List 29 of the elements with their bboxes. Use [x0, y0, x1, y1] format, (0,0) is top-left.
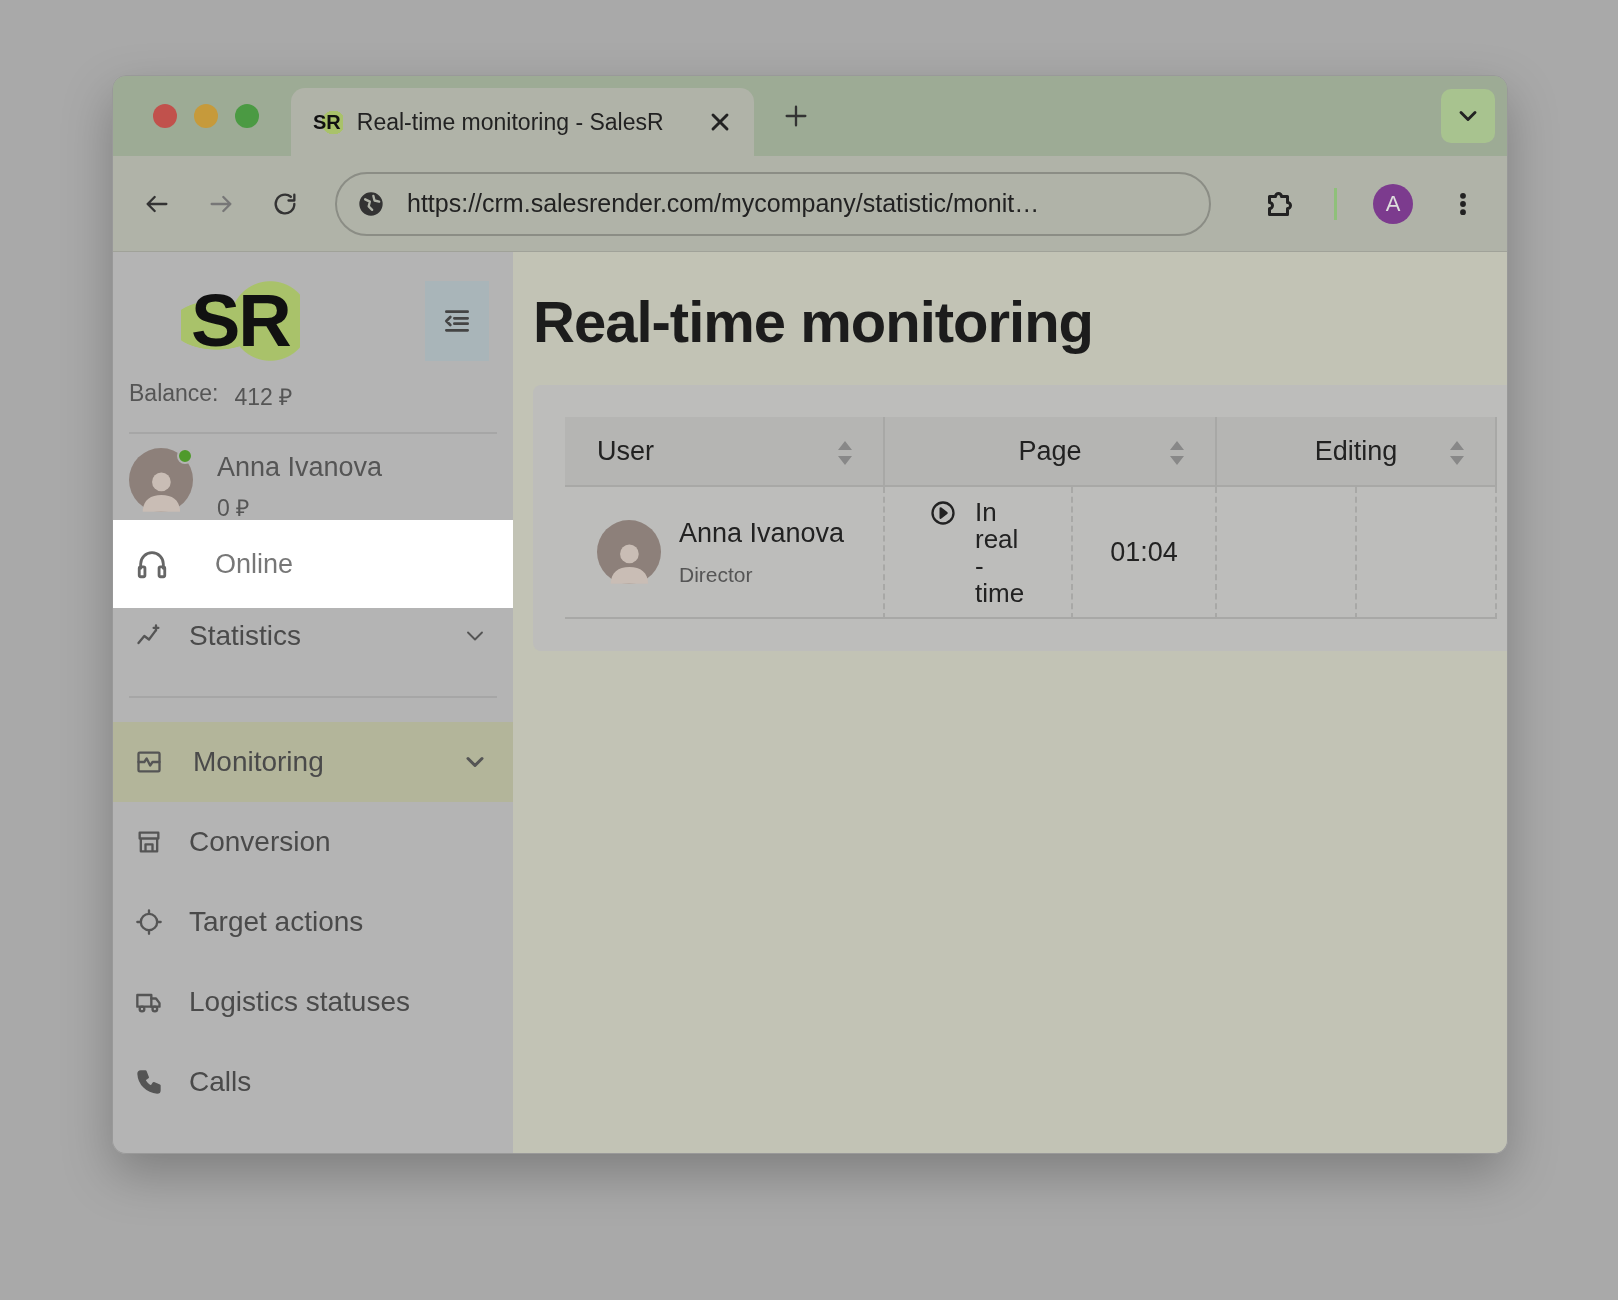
collapse-sidebar-button[interactable]: [425, 281, 489, 361]
address-bar[interactable]: https://crm.salesrender.com/mycompany/statistic/monit…: [335, 171, 1211, 236]
sidebar-nav-item[interactable]: Logistics statuses: [113, 962, 513, 1042]
online-status-item[interactable]: Online: [113, 520, 513, 608]
sidebar-nav-item[interactable]: Monitoring: [113, 722, 513, 802]
user-role: Director: [679, 562, 754, 587]
balance-value: 412 ₽: [234, 383, 293, 412]
play-circle-icon: [929, 499, 957, 527]
tab-favicon: SR: [311, 108, 343, 136]
time-cell: 01:04: [1073, 487, 1217, 619]
page-text: In real - time: [975, 499, 1026, 607]
user-name: Anna Ivanova: [217, 452, 383, 483]
profile-avatar[interactable]: A: [1373, 183, 1413, 224]
user-amount: 0 ₽: [217, 494, 251, 523]
browser-tab[interactable]: SR Real-time monitoring - SalesR: [291, 88, 754, 156]
sidebar-nav-item[interactable]: Target actions: [113, 882, 513, 962]
column-header[interactable]: User: [565, 417, 885, 487]
column-header[interactable]: Editing: [1217, 417, 1497, 487]
crosshair-icon: [135, 908, 163, 936]
balance-label: Balance:: [129, 380, 219, 408]
tab-title: Real-time monitoring - SalesR: [356, 108, 665, 136]
tab-list-button[interactable]: [1441, 89, 1495, 143]
page-title: Real-time monitoring: [533, 288, 1095, 355]
column-header[interactable]: Page: [885, 417, 1217, 487]
sidebar-nav-item[interactable]: Calls: [113, 1042, 513, 1122]
user-name: Anna Ivanova: [679, 517, 845, 549]
phone-icon: [135, 1068, 163, 1096]
sidebar-nav-item[interactable]: Conversion: [113, 802, 513, 882]
logo: SR: [181, 280, 300, 362]
